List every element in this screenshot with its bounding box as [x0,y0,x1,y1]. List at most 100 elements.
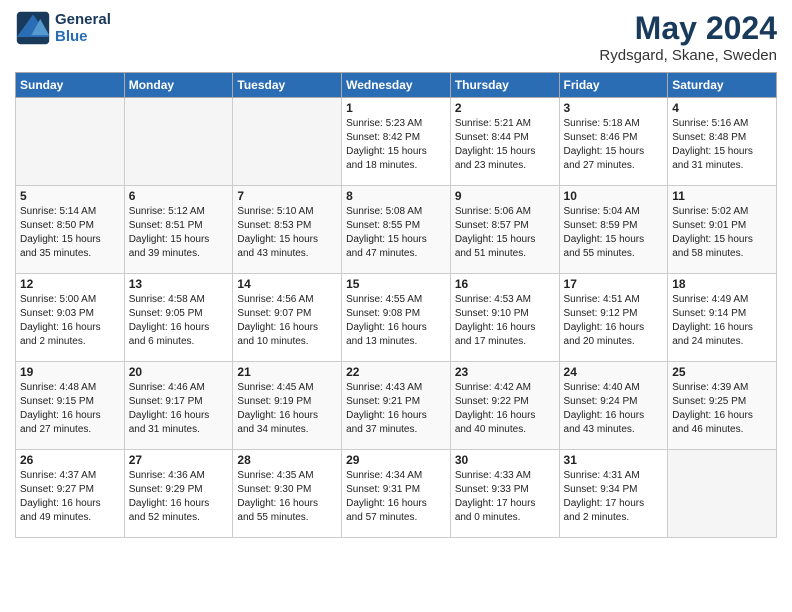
calendar-week-2: 5Sunrise: 5:14 AMSunset: 8:50 PMDaylight… [16,186,777,274]
sunset: Sunset: 9:22 PM [455,396,529,407]
daylight: Daylight: 15 hours and 39 minutes. [129,234,210,259]
day-number: 29 [346,453,446,467]
day-number: 28 [237,453,337,467]
daylight: Daylight: 16 hours and 40 minutes. [455,410,536,435]
day-number: 22 [346,365,446,379]
sunset: Sunset: 8:44 PM [455,132,529,143]
sunrise: Sunrise: 4:49 AM [672,294,748,305]
sunrise: Sunrise: 5:08 AM [346,206,422,217]
daylight: Daylight: 16 hours and 10 minutes. [237,322,318,347]
calendar-header-row: SundayMondayTuesdayWednesdayThursdayFrid… [16,73,777,98]
day-info: Sunrise: 5:10 AMSunset: 8:53 PMDaylight:… [237,205,337,261]
day-number: 6 [129,189,229,203]
sunset: Sunset: 9:29 PM [129,484,203,495]
day-info: Sunrise: 5:23 AMSunset: 8:42 PMDaylight:… [346,117,446,173]
day-info: Sunrise: 4:46 AMSunset: 9:17 PMDaylight:… [129,381,229,437]
day-info: Sunrise: 5:21 AMSunset: 8:44 PMDaylight:… [455,117,555,173]
calendar-cell: 26 Sunrise: 4:37 AMSunset: 9:27 PMDayligh… [16,450,125,538]
day-number: 13 [129,277,229,291]
sunset: Sunset: 9:30 PM [237,484,311,495]
calendar-cell: 31Sunrise: 4:31 AMSunset: 9:34 PMDayligh… [559,450,668,538]
day-info: Sunrise: 4:56 AMSunset: 9:07 PMDaylight:… [237,293,337,349]
daylight: Daylight: 16 hours and 37 minutes. [346,410,427,435]
sunset: Sunset: 9:33 PM [455,484,529,495]
daylight: Daylight: 16 hours and 6 minutes. [129,322,210,347]
sunset: Sunset: 9:12 PM [564,308,638,319]
sunset: Sunset: 9:03 PM [20,308,94,319]
sunrise: Sunrise: 5:23 AM [346,118,422,129]
calendar-cell: 18Sunrise: 4:49 AMSunset: 9:14 PMDayligh… [668,274,777,362]
calendar-cell: 1Sunrise: 5:23 AMSunset: 8:42 PMDaylight… [342,98,451,186]
day-number: 15 [346,277,446,291]
sunrise: Sunrise: 4:37 AM [20,470,96,481]
day-info: Sunrise: 4:45 AMSunset: 9:19 PMDaylight:… [237,381,337,437]
column-header-wednesday: Wednesday [342,73,451,98]
daylight: Daylight: 16 hours and 46 minutes. [672,410,753,435]
sunrise: Sunrise: 5:21 AM [455,118,531,129]
day-number: 3 [564,101,664,115]
daylight: Daylight: 16 hours and 2 minutes. [20,322,101,347]
calendar-cell: 24 Sunrise: 4:40 AM Sunset: 9:24 PM Dayligh… [559,362,668,450]
calendar-cell: 29Sunrise: 4:34 AMSunset: 9:31 PMDayligh… [342,450,451,538]
daylight: Daylight: 16 hours and 43 minutes. [564,410,645,435]
daylight: Daylight: 16 hours and 49 minutes. [20,498,101,523]
daylight: Daylight: 17 hours and 2 minutes. [564,498,645,523]
day-number: 24 [564,365,664,379]
day-number: 2 [455,101,555,115]
sunrise: Sunrise: 5:02 AM [672,206,748,217]
sunrise: Sunrise: 4:46 AM [129,382,205,393]
daylight: Daylight: 16 hours and 20 minutes. [564,322,645,347]
day-info: Sunrise: 4:53 AMSunset: 9:10 PMDaylight:… [455,293,555,349]
sunset: Sunset: 9:01 PM [672,220,746,231]
calendar-cell: 22Sunrise: 4:43 AMSunset: 9:21 PMDayligh… [342,362,451,450]
sunrise: Sunrise: 5:16 AM [672,118,748,129]
calendar-cell: 9Sunrise: 5:06 AMSunset: 8:57 PMDaylight… [450,186,559,274]
sunset: Sunset: 9:21 PM [346,396,420,407]
sunrise: Sunrise: 4:39 AM [672,382,748,393]
sunrise: Sunrise: 4:53 AM [455,294,531,305]
calendar-cell: 6Sunrise: 5:12 AMSunset: 8:51 PMDaylight… [124,186,233,274]
sunset: Sunset: 9:08 PM [346,308,420,319]
calendar-cell: 25Sunrise: 4:39 AMSunset: 9:25 PMDayligh… [668,362,777,450]
sunrise: Sunrise: 4:31 AM [564,470,640,481]
sunset: Sunset: 9:19 PM [237,396,311,407]
day-info: Sunrise: 4:49 AMSunset: 9:14 PMDaylight:… [672,293,772,349]
day-number: 14 [237,277,337,291]
sunrise: Sunrise: 4:40 AM [564,382,640,393]
day-number: 8 [346,189,446,203]
sunset: Sunset: 9:25 PM [672,396,746,407]
column-header-monday: Monday [124,73,233,98]
day-info: Sunrise: 4:37 AMSunset: 9:27 PMDaylight:… [20,469,120,525]
logo-icon [15,10,51,46]
sunrise: Sunrise: 4:42 AM [455,382,531,393]
calendar-cell: 7Sunrise: 5:10 AMSunset: 8:53 PMDaylight… [233,186,342,274]
day-info: Sunrise: 5:18 AMSunset: 8:46 PMDaylight:… [564,117,664,173]
daylight: Daylight: 16 hours and 34 minutes. [237,410,318,435]
page-header: General Blue May 2024 Rydsgard, Skane, S… [15,10,777,64]
sunset: Sunset: 8:42 PM [346,132,420,143]
calendar-cell: 16Sunrise: 4:53 AMSunset: 9:10 PMDayligh… [450,274,559,362]
day-info: Sunrise: 4:58 AMSunset: 9:05 PMDaylight:… [129,293,229,349]
daylight: Daylight: 15 hours and 51 minutes. [455,234,536,259]
sunset: Sunset: 9:24 PM [564,396,638,407]
column-header-tuesday: Tuesday [233,73,342,98]
sunset: Sunset: 9:14 PM [672,308,746,319]
day-number: 20 [129,365,229,379]
calendar-cell: 17 Sunrise: 4:51 AMSunset: 9:12 PMDayligh… [559,274,668,362]
daylight: Daylight: 16 hours and 55 minutes. [237,498,318,523]
sunset: Sunset: 9:10 PM [455,308,529,319]
column-header-friday: Friday [559,73,668,98]
day-number: 17 [564,277,664,291]
day-number: 10 [564,189,664,203]
day-info: Sunrise: 5:00 AMSunset: 9:03 PMDaylight:… [20,293,120,349]
sunrise: Sunrise: 4:35 AM [237,470,313,481]
sunset: Sunset: 9:07 PM [237,308,311,319]
day-info: Sunrise: 5:06 AMSunset: 8:57 PMDaylight:… [455,205,555,261]
sunrise: Sunrise: 5:14 AM [20,206,96,217]
sunrise: Sunrise: 4:33 AM [455,470,531,481]
day-number: 26 [20,453,120,467]
calendar-cell: 30Sunrise: 4:33 AMSunset: 9:33 PMDayligh… [450,450,559,538]
day-info: Sunrise: 4:51 AMSunset: 9:12 PMDaylight:… [564,293,664,349]
daylight: Daylight: 15 hours and 31 minutes. [672,146,753,171]
calendar-cell: 10Sunrise: 5:04 AMSunset: 8:59 PMDayligh… [559,186,668,274]
